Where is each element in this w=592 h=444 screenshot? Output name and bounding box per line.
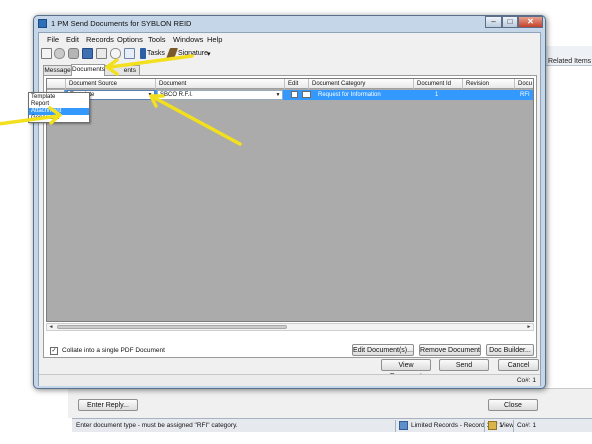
dropdown-option-generated[interactable]: Generated bbox=[29, 115, 89, 122]
documents-panel: Document Source Document Edit Document C… bbox=[43, 75, 537, 358]
dialog-company-label: Co#: 1 bbox=[516, 377, 536, 384]
attach-icon[interactable] bbox=[110, 48, 121, 59]
edit-button-cell[interactable] bbox=[302, 91, 311, 98]
reply-area: Enter Reply... Close bbox=[68, 388, 592, 418]
status-separator bbox=[484, 420, 485, 432]
dropdown-option-template[interactable]: Template bbox=[29, 94, 89, 101]
save-icon[interactable] bbox=[82, 48, 93, 59]
view-label[interactable]: View bbox=[500, 421, 514, 431]
tasks-button[interactable]: Tasks bbox=[147, 50, 165, 57]
column-header-document-source[interactable]: Document Source bbox=[66, 79, 156, 89]
edit-documents-button[interactable]: Edit Document(s)... bbox=[352, 344, 414, 356]
app-icon bbox=[38, 19, 47, 28]
chevron-down-icon[interactable]: ▼ bbox=[274, 91, 282, 99]
column-header-document-id[interactable]: Document Id bbox=[414, 79, 463, 89]
row-header-corner bbox=[47, 79, 66, 89]
related-items-label: Related Items bbox=[548, 58, 592, 65]
menu-options[interactable]: Options bbox=[117, 35, 143, 44]
dialog-status-bar: Co#: 1 bbox=[39, 374, 540, 386]
enter-reply-button[interactable]: Enter Reply... bbox=[78, 399, 138, 411]
send-documents-window: 1 PM Send Documents for SYBLON REID – □ … bbox=[33, 15, 546, 389]
edit-checkbox[interactable] bbox=[291, 91, 298, 98]
menu-help[interactable]: Help bbox=[207, 35, 222, 44]
main-status-bar: Enter document type - must be assigned "… bbox=[72, 418, 592, 432]
background-left-pane bbox=[0, 0, 34, 444]
tab-documents[interactable]: Documents bbox=[71, 64, 105, 76]
maximize-button[interactable]: □ bbox=[502, 16, 518, 28]
send-button[interactable]: Send bbox=[439, 359, 489, 371]
close-window-button[interactable]: ✕ bbox=[518, 16, 543, 28]
document-source-dropdown: Template Report Attachment Generated bbox=[28, 92, 90, 123]
pen-icon[interactable] bbox=[165, 48, 179, 59]
menu-file[interactable]: File bbox=[47, 35, 59, 44]
column-header-revision[interactable]: Revision bbox=[463, 79, 515, 89]
scroll-right-icon[interactable]: ► bbox=[525, 324, 533, 330]
collate-checkbox[interactable]: ✓ bbox=[50, 347, 58, 355]
grid-header: Document Source Document Edit Document C… bbox=[47, 79, 533, 89]
background-bottom-left bbox=[0, 390, 68, 444]
window-title: 1 PM Send Documents for SYBLON REID bbox=[51, 19, 192, 28]
signature-button[interactable]: Signature bbox=[178, 50, 208, 57]
status-separator bbox=[395, 420, 396, 432]
scroll-thumb[interactable] bbox=[57, 325, 287, 329]
horizontal-scrollbar[interactable]: ◄ ► bbox=[46, 323, 534, 331]
status-hint: Enter document type - must be assigned "… bbox=[76, 422, 238, 429]
minimize-button[interactable]: – bbox=[485, 16, 502, 28]
toolbar: Tasks Signature ▾ bbox=[39, 46, 540, 62]
document-icon[interactable] bbox=[124, 48, 135, 59]
document-type-cell: RFI bbox=[520, 92, 530, 98]
status-separator bbox=[513, 420, 514, 432]
new-record-icon[interactable] bbox=[41, 48, 52, 59]
menu-edit[interactable]: Edit bbox=[66, 35, 79, 44]
calculator-icon[interactable] bbox=[96, 48, 107, 59]
column-header-document-type[interactable]: Docu bbox=[515, 79, 533, 89]
dropdown-option-attachment[interactable]: Attachment bbox=[29, 108, 89, 115]
document-value: SBCO R.F.I. bbox=[160, 92, 193, 98]
menu-tools[interactable]: Tools bbox=[148, 35, 166, 44]
view-document-button[interactable]: View Document bbox=[381, 359, 431, 380]
database-icon[interactable] bbox=[68, 48, 79, 59]
menu-records[interactable]: Records bbox=[86, 35, 114, 44]
document-category-cell: Request for Information bbox=[318, 92, 381, 98]
table-row[interactable]: ► Template ▼ SBCO R.F.I. ▼ Request for I… bbox=[47, 90, 533, 100]
close-button[interactable]: Close bbox=[488, 399, 538, 411]
records-icon bbox=[399, 421, 408, 430]
flag-icon[interactable] bbox=[140, 48, 146, 59]
menu-bar: File Edit Records Options Tools Windows … bbox=[39, 33, 540, 46]
cancel-button[interactable]: Cancel bbox=[498, 359, 539, 371]
document-combo[interactable]: SBCO R.F.I. ▼ bbox=[157, 90, 283, 100]
documents-grid: Document Source Document Edit Document C… bbox=[46, 78, 534, 322]
doc-builder-button[interactable]: Doc Builder... bbox=[486, 344, 534, 356]
signature-dropdown-arrow[interactable]: ▾ bbox=[207, 50, 211, 58]
remove-document-button[interactable]: Remove Document bbox=[419, 344, 481, 356]
view-icon bbox=[488, 421, 497, 430]
link-icon[interactable] bbox=[54, 48, 65, 59]
related-items-panel bbox=[543, 66, 592, 396]
column-header-edit[interactable]: Edit bbox=[285, 79, 309, 89]
column-header-document-category[interactable]: Document Category bbox=[309, 79, 414, 89]
column-header-document[interactable]: Document bbox=[156, 79, 285, 89]
collate-label: Collate into a single PDF Document bbox=[62, 347, 165, 354]
window-titlebar[interactable]: 1 PM Send Documents for SYBLON REID – □ … bbox=[34, 16, 545, 32]
chevron-down-icon[interactable]: ▼ bbox=[146, 91, 154, 99]
dropdown-option-report[interactable]: Report bbox=[29, 101, 89, 108]
scroll-left-icon[interactable]: ◄ bbox=[47, 324, 55, 330]
dialog-client-area: File Edit Records Options Tools Windows … bbox=[38, 32, 541, 386]
company-label: Co#: 1 bbox=[517, 422, 537, 429]
menu-windows[interactable]: Windows bbox=[173, 35, 203, 44]
document-id-cell: 1 bbox=[435, 92, 439, 98]
